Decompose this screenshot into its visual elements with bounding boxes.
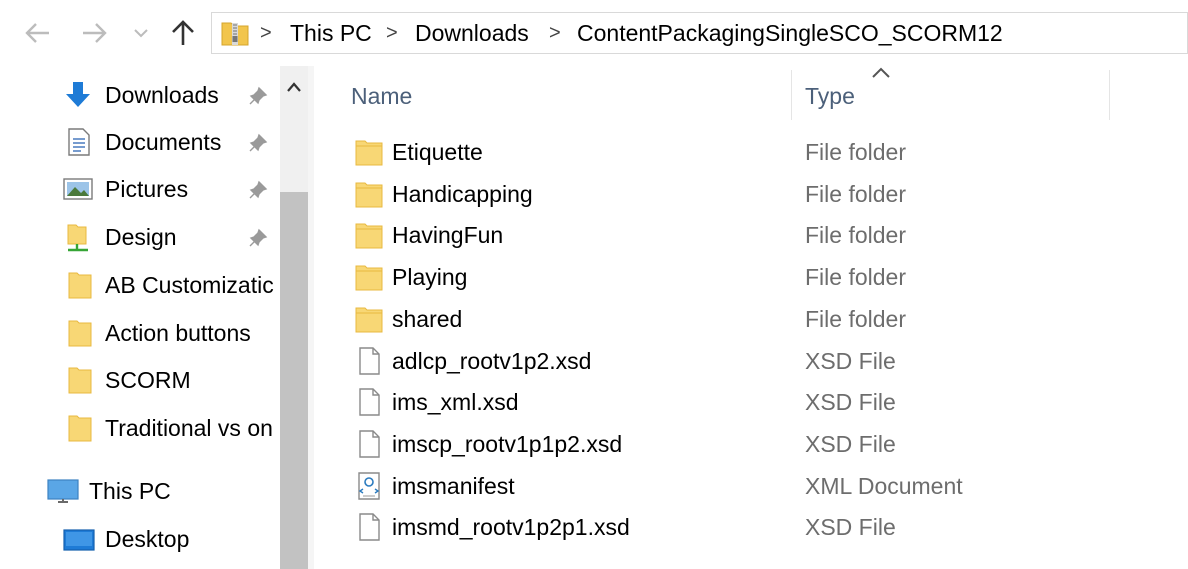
file-name: Playing: [392, 264, 468, 291]
file-row[interactable]: ims_xml.xsd XSD File: [354, 382, 1114, 423]
pictures-icon: [62, 174, 94, 204]
file-name: imsmanifest: [392, 472, 515, 499]
file-row[interactable]: Playing File folder: [354, 257, 1114, 298]
file-row[interactable]: imscp_rootv1p1p2.xsd XSD File: [354, 424, 1114, 465]
file-name: Handicapping: [392, 180, 533, 207]
column-divider[interactable]: [1109, 70, 1110, 120]
scrollbar-thumb[interactable]: [280, 192, 308, 569]
sort-ascending-icon: [872, 67, 890, 78]
file-type: XSD File: [805, 389, 896, 416]
forward-arrow-icon[interactable]: [80, 18, 110, 48]
file-icon: [354, 512, 384, 542]
column-divider[interactable]: [791, 70, 792, 120]
folder-icon: [354, 137, 384, 167]
file-type: XML Document: [805, 472, 963, 499]
breadcrumb-separator: >: [549, 22, 561, 44]
zip-folder-icon: [220, 19, 250, 47]
breadcrumb-current-folder[interactable]: ContentPackagingSingleSCO_SCORM12: [577, 20, 1003, 46]
file-type: File folder: [805, 305, 906, 332]
file-icon: [354, 387, 384, 417]
sidebar-item-label: SCORM: [105, 367, 191, 393]
file-name: Etiquette: [392, 139, 483, 165]
file-row[interactable]: imsmanifest XML Document: [354, 466, 1114, 507]
xml-file-icon: [354, 471, 384, 501]
file-name: ims_xml.xsd: [392, 389, 519, 416]
sidebar-item-label: This PC: [89, 478, 171, 504]
sidebar-item-label: AB Customizatic: [105, 272, 274, 298]
downloads-icon: [62, 80, 94, 110]
sidebar-item-label: Traditional vs on: [105, 415, 273, 441]
sidebar-item-label: Action buttons: [105, 320, 251, 346]
column-header-name[interactable]: Name: [351, 82, 412, 110]
column-header-type[interactable]: Type: [805, 82, 855, 110]
folder-icon: [354, 220, 384, 250]
breadcrumb-downloads[interactable]: Downloads: [415, 20, 529, 46]
file-icon: [354, 429, 384, 459]
network-folder-icon: [64, 222, 96, 252]
back-arrow-icon[interactable]: [22, 18, 52, 48]
folder-icon: [66, 413, 98, 443]
sidebar-item-ab-customization[interactable]: AB Customizatic: [0, 262, 280, 306]
file-name: adlcp_rootv1p2.xsd: [392, 347, 592, 374]
desktop-icon: [62, 524, 95, 554]
file-row[interactable]: Etiquette File folder: [354, 132, 1114, 173]
documents-icon: [64, 127, 96, 157]
file-list: Name Type Etiquette File folder Handicappi…: [314, 66, 1188, 569]
scroll-up-icon[interactable]: [280, 74, 308, 100]
recent-locations-icon[interactable]: [130, 18, 152, 48]
breadcrumb-separator: >: [386, 22, 398, 44]
sidebar-item-label: Desktop: [105, 526, 190, 552]
file-row[interactable]: HavingFun File folder: [354, 215, 1114, 256]
file-type: File folder: [805, 222, 906, 249]
file-row[interactable]: imsmd_rootv1p2p1.xsd XSD File: [354, 507, 1114, 548]
pin-icon[interactable]: [248, 86, 268, 106]
folder-icon: [66, 318, 98, 348]
file-name: imscp_rootv1p1p2.xsd: [392, 430, 623, 457]
folder-icon: [66, 270, 98, 300]
folder-icon: [354, 179, 384, 209]
sidebar-item-scorm[interactable]: SCORM: [0, 357, 280, 401]
file-icon: [354, 346, 384, 376]
sidebar-item-downloads[interactable]: Downloads: [0, 72, 280, 116]
folder-icon: [66, 365, 98, 395]
sidebar-item-action-buttons[interactable]: Action buttons: [0, 310, 280, 354]
file-type: XSD File: [805, 430, 896, 457]
file-row[interactable]: adlcp_rootv1p2.xsd XSD File: [354, 341, 1114, 382]
pin-icon[interactable]: [248, 180, 268, 200]
file-row[interactable]: Handicapping File folder: [354, 174, 1114, 215]
folder-icon: [354, 304, 384, 334]
file-type: File folder: [805, 139, 906, 165]
file-type: XSD File: [805, 347, 896, 374]
pin-icon[interactable]: [248, 133, 268, 153]
file-name: HavingFun: [392, 222, 504, 249]
file-name: shared: [392, 305, 463, 332]
up-arrow-icon[interactable]: [168, 18, 198, 48]
file-type: File folder: [805, 180, 906, 207]
sidebar-item-desktop[interactable]: Desktop: [0, 516, 280, 560]
navigation-bar: > This PC > Downloads > ContentPackaging…: [0, 0, 1188, 66]
address-bar[interactable]: > This PC > Downloads > ContentPackaging…: [211, 12, 1188, 54]
sidebar-item-pictures[interactable]: Pictures: [0, 166, 280, 210]
file-row[interactable]: shared File folder: [354, 299, 1114, 340]
sidebar-item-design[interactable]: Design: [0, 214, 280, 258]
file-name: imsmd_rootv1p2p1.xsd: [392, 514, 630, 541]
pin-icon[interactable]: [248, 228, 268, 248]
breadcrumb-this-pc[interactable]: This PC: [290, 20, 372, 46]
breadcrumb-separator: >: [260, 22, 272, 44]
this-pc-icon: [46, 476, 79, 506]
sidebar-item-documents[interactable]: Documents: [0, 119, 280, 163]
file-type: File folder: [805, 264, 906, 291]
sidebar-item-this-pc[interactable]: This PC: [0, 468, 280, 512]
file-type: XSD File: [805, 514, 896, 541]
folder-icon: [354, 262, 384, 292]
sidebar-item-traditional[interactable]: Traditional vs on: [0, 405, 280, 449]
navigation-pane: Downloads Documents Pictures Design AB C…: [0, 66, 308, 569]
